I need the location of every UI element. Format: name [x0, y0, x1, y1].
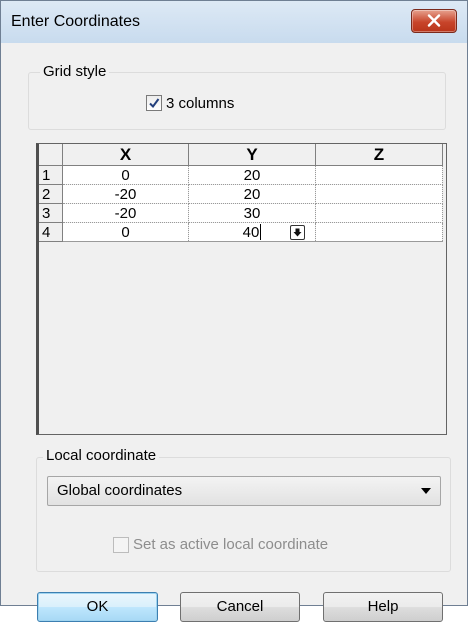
help-button[interactable]: Help	[323, 592, 443, 622]
three-columns-checkbox[interactable]	[146, 95, 162, 111]
cell-y-editing[interactable]: 40	[188, 222, 316, 242]
coordinate-grid[interactable]: X Y Z 1 0 20 2 -20 20 3 -20 30 4 0 40	[36, 143, 447, 435]
cell-x[interactable]: -20	[62, 184, 189, 204]
cell-y[interactable]: 30	[188, 203, 316, 223]
three-columns-label[interactable]: 3 columns	[166, 95, 234, 112]
down-arrow-icon	[293, 228, 302, 237]
cell-z[interactable]	[315, 222, 443, 242]
set-active-label[interactable]: Set as active local coordinate	[133, 536, 328, 553]
column-header-y[interactable]: Y	[188, 144, 316, 166]
cell-z[interactable]	[315, 184, 443, 204]
cell-y-value[interactable]: 40	[243, 224, 260, 241]
cell-x[interactable]: 0	[62, 222, 189, 242]
title-bar[interactable]: Enter Coordinates	[1, 1, 467, 43]
text-caret	[260, 223, 262, 240]
grid-style-group	[28, 72, 446, 130]
table-row: 4 0 40	[39, 222, 443, 242]
cell-dropdown-button[interactable]	[290, 225, 305, 240]
grid-style-label: Grid style	[40, 63, 110, 80]
dialog-body: Grid style 3 columns X Y Z 1 0 20 2 -20 …	[9, 43, 459, 622]
close-icon	[427, 14, 441, 27]
cell-x[interactable]: 0	[62, 165, 189, 185]
table-row: 2 -20 20	[39, 184, 443, 204]
coordinate-system-value: Global coordinates	[57, 482, 183, 499]
row-number[interactable]: 3	[39, 203, 63, 223]
cell-z[interactable]	[315, 203, 443, 223]
cell-y[interactable]: 20	[188, 165, 316, 185]
checkmark-icon	[149, 98, 160, 109]
ok-button[interactable]: OK	[37, 592, 158, 622]
local-coordinate-group	[36, 457, 451, 572]
dialog-title: Enter Coordinates	[11, 13, 140, 30]
column-header-x[interactable]: X	[62, 144, 189, 166]
table-row: 3 -20 30	[39, 203, 443, 223]
local-coordinate-label: Local coordinate	[43, 447, 160, 464]
column-header-z[interactable]: Z	[315, 144, 443, 166]
row-number[interactable]: 2	[39, 184, 63, 204]
row-header-corner	[39, 144, 63, 166]
chevron-down-icon	[421, 488, 431, 494]
cell-x[interactable]: -20	[62, 203, 189, 223]
table-row: 1 0 20	[39, 165, 443, 185]
set-active-checkbox[interactable]	[113, 537, 129, 553]
close-button[interactable]	[411, 9, 457, 33]
cancel-button[interactable]: Cancel	[180, 592, 300, 622]
row-number[interactable]: 4	[39, 222, 63, 242]
cell-y[interactable]: 20	[188, 184, 316, 204]
dialog-window: Enter Coordinates Grid style 3 columns X	[0, 0, 468, 622]
coordinate-system-select[interactable]: Global coordinates	[47, 476, 441, 506]
cell-z[interactable]	[315, 165, 443, 185]
coordinate-table: X Y Z 1 0 20 2 -20 20 3 -20 30 4 0 40	[39, 144, 443, 242]
row-number[interactable]: 1	[39, 165, 63, 185]
